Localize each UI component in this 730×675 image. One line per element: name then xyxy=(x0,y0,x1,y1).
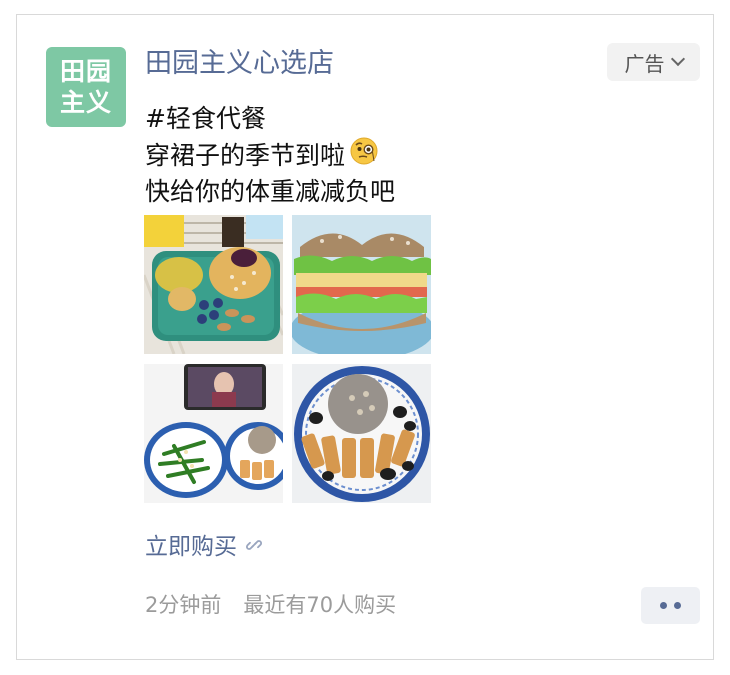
photo-grid xyxy=(144,215,432,503)
post-meta: 2分钟前 最近有70人购买 xyxy=(145,590,396,620)
post-line3: 快给你的体重减减负吧 xyxy=(145,177,396,206)
recent-purchases: 最近有70人购买 xyxy=(243,593,397,617)
sandwich-photo[interactable] xyxy=(292,215,431,354)
avatar-text-line1: 田园 xyxy=(59,57,112,86)
buy-now-label: 立即购买 xyxy=(145,534,237,560)
more-options-button[interactable] xyxy=(641,587,700,624)
chicken-plate-photo[interactable] xyxy=(292,364,431,503)
advertiser-avatar[interactable]: 田园 主义 xyxy=(46,47,126,127)
ad-badge-label: 广告 xyxy=(624,51,665,76)
avatar-text-line2: 主义 xyxy=(59,88,112,117)
advertiser-name[interactable]: 田园主义心选店 xyxy=(145,46,334,82)
post-hashtag[interactable]: #轻食代餐 xyxy=(145,102,266,136)
face-with-monocle-emoji-icon xyxy=(349,136,379,175)
post-time: 2分钟前 xyxy=(145,593,222,617)
buy-now-link[interactable]: 立即购买 xyxy=(145,531,263,563)
link-icon xyxy=(245,531,263,563)
post-line2: 穿裙子的季节到啦 xyxy=(145,140,346,170)
post-text: #轻食代餐 穿裙子的季节到啦 快给你的体重减减负吧 xyxy=(145,102,395,209)
more-dot-icon xyxy=(674,602,681,609)
meal-with-tablet-photo[interactable] xyxy=(144,364,283,503)
chevron-down-icon xyxy=(670,51,685,67)
more-dot-icon xyxy=(660,602,667,609)
ad-badge-button[interactable]: 广告 xyxy=(607,43,700,81)
breakfast-plate-photo[interactable] xyxy=(144,215,283,354)
